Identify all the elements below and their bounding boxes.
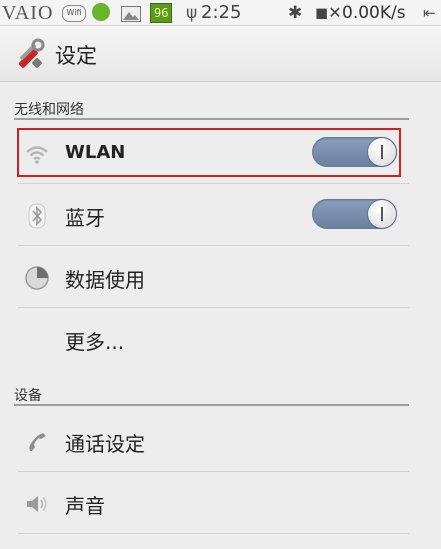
app-notification-icon: [92, 3, 110, 21]
settings-item-label: 更多...: [65, 330, 125, 354]
overflow-icon: ⇤: [423, 4, 436, 22]
row-divider: [18, 533, 409, 534]
status-bar: VAIO Wifi 96 ψ 2:25 ✱ ◼✕ 0.00K/s ⇤: [0, 0, 441, 26]
bluetooth-toggle[interactable]: [312, 199, 397, 229]
settings-item-label: 声音: [65, 494, 105, 518]
settings-tools-icon[interactable]: [13, 37, 47, 71]
image-icon: [121, 4, 141, 22]
settings-item-wlan[interactable]: WLAN: [0, 122, 441, 184]
speaker-icon: [24, 491, 50, 517]
usb-icon: ψ: [186, 3, 198, 23]
settings-item-call[interactable]: 通话设定: [0, 410, 441, 472]
phone-icon: [24, 429, 50, 455]
settings-item-label: WLAN: [65, 142, 126, 163]
wifi-badge-icon: Wifi: [62, 5, 86, 22]
mute-icon: ◼✕: [315, 3, 342, 22]
settings-item-bluetooth[interactable]: 蓝牙: [0, 184, 441, 246]
wlan-toggle[interactable]: [312, 137, 397, 167]
settings-item-label: 通话设定: [65, 432, 145, 456]
battery-indicator: 96: [150, 3, 173, 23]
settings-item-more[interactable]: 更多...: [0, 308, 441, 370]
bluetooth-status-icon: ✱: [288, 3, 303, 23]
brand-logo: VAIO: [2, 2, 54, 24]
wifi-icon: [24, 141, 50, 167]
section-header-device: 设备: [0, 376, 441, 406]
data-usage-icon: [24, 265, 50, 291]
settings-item-sound[interactable]: 声音: [0, 472, 441, 534]
page-title: 设定: [55, 44, 97, 68]
toggle-knob: [368, 138, 396, 166]
section-label: 设备: [14, 388, 42, 404]
bluetooth-icon: [24, 203, 50, 229]
settings-item-label: 蓝牙: [65, 206, 105, 230]
network-speed: 0.00K/s: [342, 3, 406, 23]
action-bar: 设定: [0, 26, 441, 82]
section-divider: [14, 118, 409, 120]
section-header-wireless: 无线和网络: [0, 90, 441, 120]
status-time: 2:25: [201, 2, 242, 23]
settings-item-data-usage[interactable]: 数据使用: [0, 246, 441, 308]
toggle-knob: [368, 200, 396, 228]
section-divider: [14, 404, 409, 406]
section-label: 无线和网络: [14, 102, 84, 118]
settings-item-label: 数据使用: [65, 268, 145, 292]
